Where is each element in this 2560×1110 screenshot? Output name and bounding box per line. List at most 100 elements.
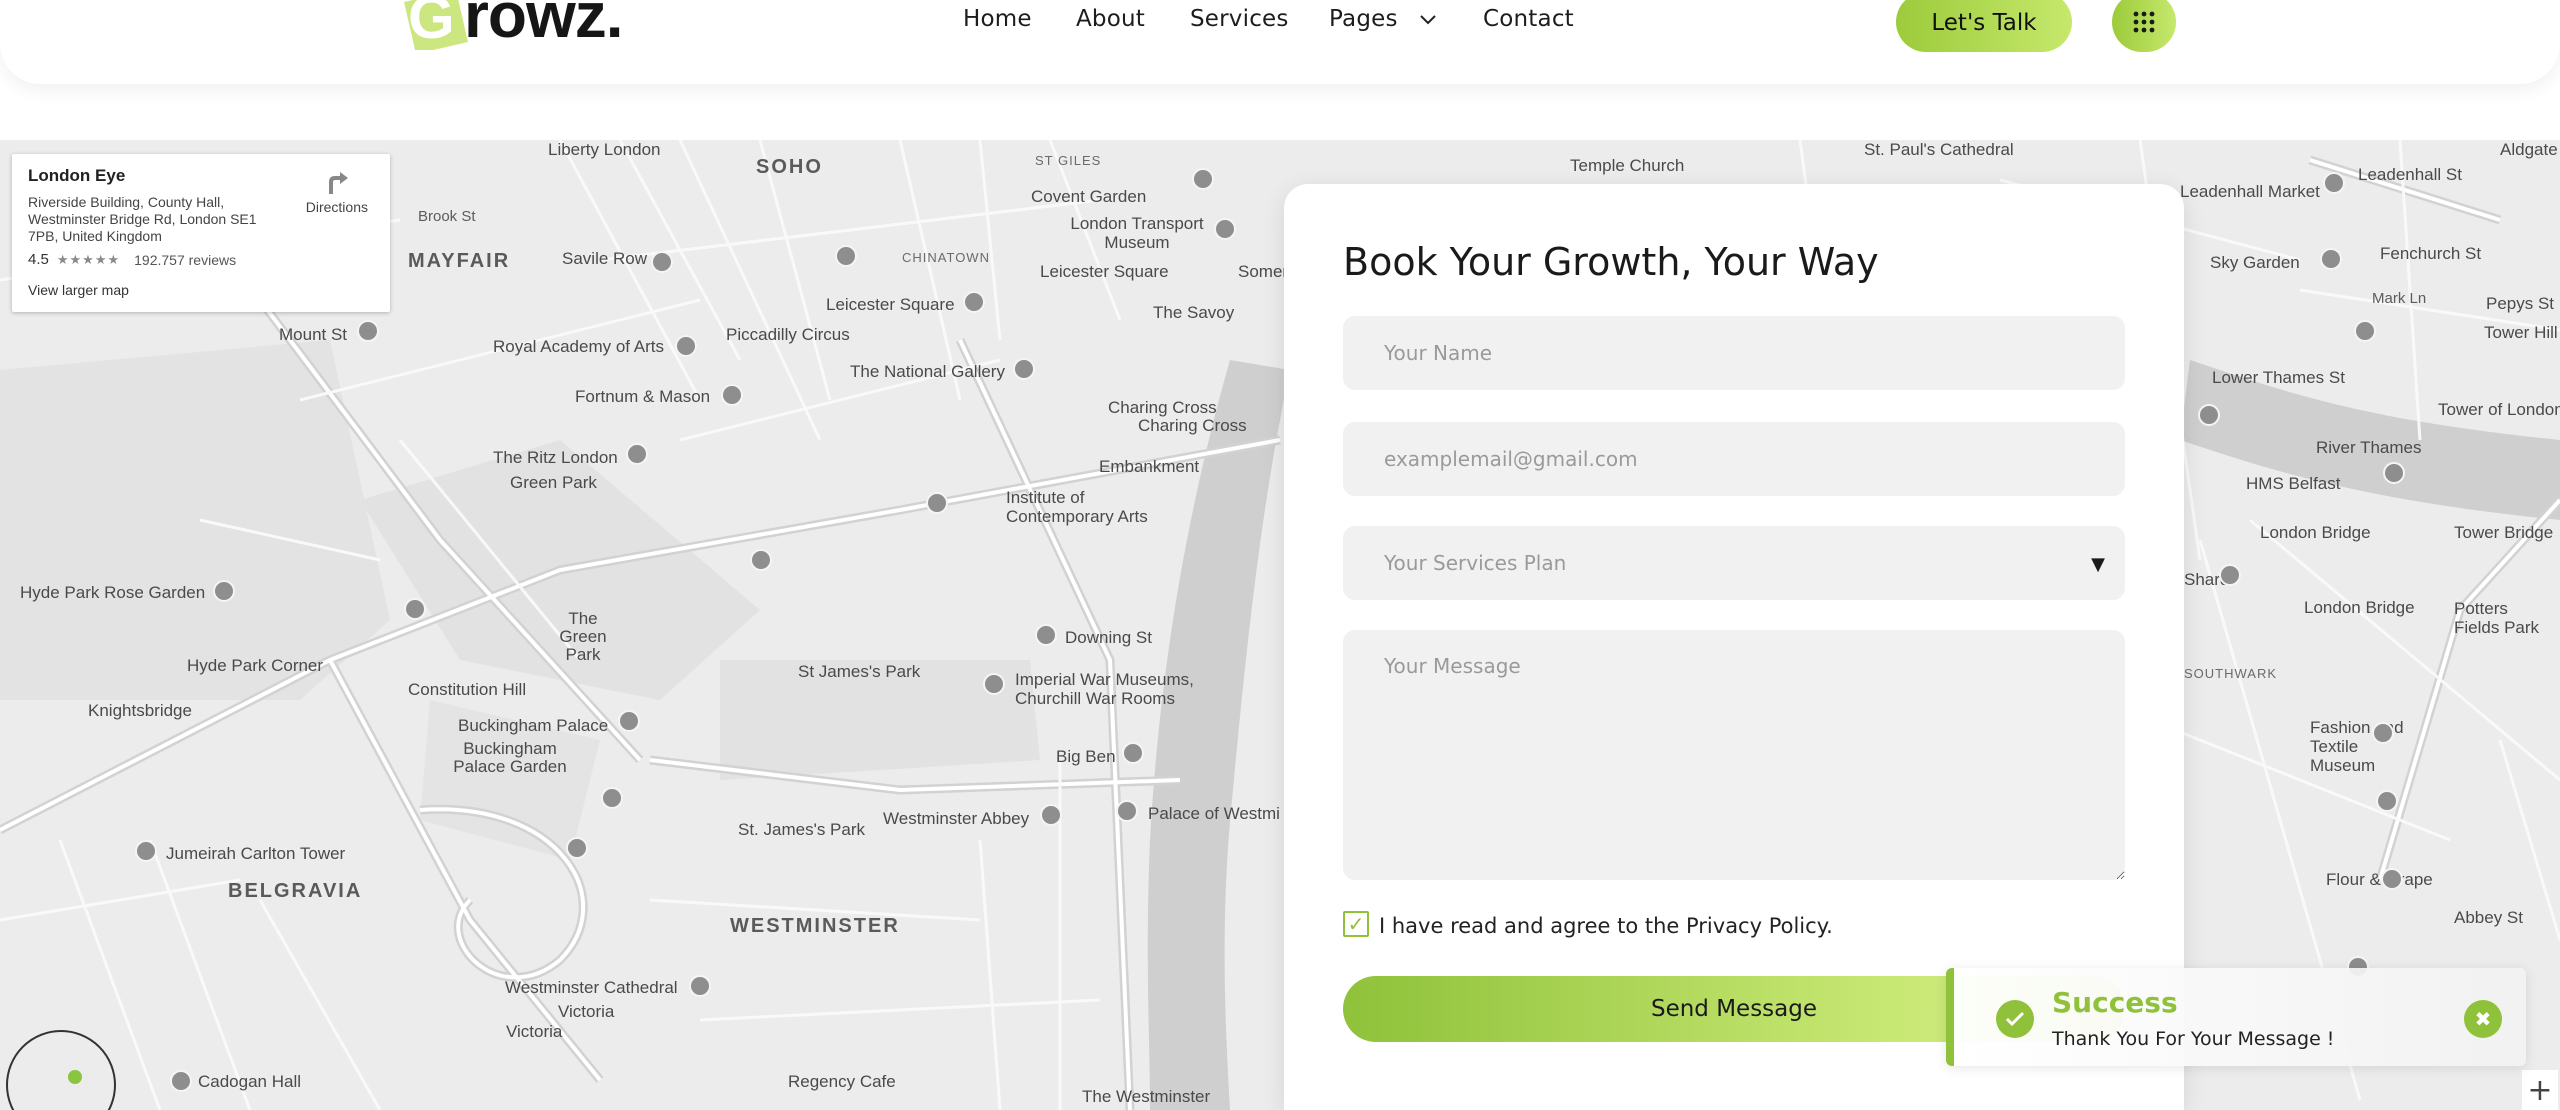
email-input[interactable] <box>1343 422 2125 496</box>
close-icon[interactable]: ✖ <box>2464 1000 2502 1038</box>
toast-title: Success <box>2052 986 2178 1019</box>
map-poi-marker[interactable] <box>135 840 157 862</box>
map-poi-marker[interactable] <box>601 787 623 809</box>
map-poi-marker[interactable] <box>2198 404 2220 426</box>
map-place-label: Fashion and Textile Museum <box>2310 718 2404 775</box>
nav-contact[interactable]: Contact <box>1483 6 1574 32</box>
map-place-label: Fenchurch St <box>2380 244 2482 263</box>
map-poi-marker[interactable] <box>721 384 743 406</box>
chevron-down-icon <box>1420 14 1436 24</box>
rating-stars-icon: ★★★★★ <box>56 251 121 267</box>
map-district-label: SOUTHWARK <box>2184 666 2278 681</box>
map-place-label: Buckingham Palace <box>458 716 609 735</box>
nav-pages-label: Pages <box>1329 6 1398 32</box>
nav-about[interactable]: About <box>1076 6 1145 32</box>
menu-grid-button[interactable] <box>2112 0 2176 52</box>
review-count[interactable]: 192.757 reviews <box>134 252 236 268</box>
map-place-label: Tower of London <box>2438 400 2560 419</box>
my-location-dot-icon <box>68 1070 82 1084</box>
map-place-label: Imperial War Museums, Churchill War Room… <box>1015 670 1194 708</box>
map-place-label: Victoria <box>558 1002 615 1021</box>
map-place-label: Flour & Grape <box>2326 870 2433 889</box>
map-poi-marker[interactable] <box>1013 358 1035 380</box>
map-poi-marker[interactable] <box>675 335 697 357</box>
map-district-label: MAYFAIR <box>408 250 511 272</box>
map-place-label: The Green Park <box>559 609 607 664</box>
map-poi-marker[interactable] <box>566 837 588 859</box>
map-poi-marker[interactable] <box>2383 462 2405 484</box>
map-poi-marker[interactable] <box>404 598 426 620</box>
map-place-label: Piccadilly Circus <box>726 325 850 344</box>
map-place-label: Charing Cross <box>1138 416 1247 435</box>
grid-dots-icon <box>2133 11 2155 33</box>
map-poi-marker[interactable] <box>651 251 673 273</box>
privacy-checkbox[interactable]: ✓ <box>1343 911 1369 937</box>
map-place-label: Lower Thames St <box>2212 368 2345 387</box>
map-poi-marker[interactable] <box>1192 168 1214 190</box>
map-poi-marker[interactable] <box>170 1070 192 1092</box>
map-poi-marker[interactable] <box>750 549 772 571</box>
zoom-in-button[interactable]: + <box>2522 1070 2558 1110</box>
map-poi-marker[interactable] <box>2381 868 2403 890</box>
map-poi-marker[interactable] <box>2376 790 2398 812</box>
map-poi-marker[interactable] <box>835 245 857 267</box>
map-poi-marker[interactable] <box>1214 218 1236 240</box>
map-place-label: Hyde Park Corner <box>187 656 324 675</box>
map-place-label: Leadenhall Market <box>2180 182 2320 201</box>
map-place-label: The Savoy <box>1153 303 1235 322</box>
map-place-label: Palace of Westmi <box>1148 804 1280 823</box>
map-poi-marker[interactable] <box>2354 320 2376 342</box>
map-poi-marker[interactable] <box>618 710 640 732</box>
map-place-label: Leicester Square <box>1040 262 1169 281</box>
map-poi-marker[interactable] <box>2323 172 2345 194</box>
dropdown-arrow-icon: ▼ <box>2091 554 2105 575</box>
map-place-label: Sky Garden <box>2210 253 2300 272</box>
map-place-label: Aldgate <box>2500 140 2558 159</box>
services-plan-select[interactable]: Your Services Plan ▼ <box>1343 526 2125 600</box>
map-place-label: Tower Bridge <box>2454 523 2554 542</box>
main-nav: Home About Services Pages Contact <box>0 0 2560 42</box>
map-place-label: Temple Church <box>1570 156 1685 175</box>
map-poi-marker[interactable] <box>1035 624 1057 646</box>
map-place-label: The National Gallery <box>850 362 1005 381</box>
check-icon: ✓ <box>1347 912 1365 936</box>
map-place-label: Constitution Hill <box>408 680 527 699</box>
map-poi-marker[interactable] <box>357 320 379 342</box>
map-poi-marker[interactable] <box>2219 564 2241 586</box>
success-check-icon <box>1996 1000 2034 1038</box>
map-poi-marker[interactable] <box>2372 722 2394 744</box>
directions-icon <box>328 172 348 194</box>
map-place-label: St. James's Park <box>738 820 866 839</box>
map-poi-marker[interactable] <box>626 443 648 465</box>
map-place-label: London Bridge <box>2260 523 2371 542</box>
nav-home[interactable]: Home <box>963 6 1032 32</box>
map-poi-marker[interactable] <box>1040 804 1062 826</box>
map-place-label: Victoria <box>506 1022 563 1041</box>
map-poi-marker[interactable] <box>213 580 235 602</box>
map-poi-marker[interactable] <box>983 673 1005 695</box>
site-header: G rowz. Home About Services Pages Contac… <box>0 0 2560 84</box>
map-poi-marker[interactable] <box>926 492 948 514</box>
map-poi-marker[interactable] <box>963 291 985 313</box>
map-place-label: Big Ben <box>1056 747 1116 766</box>
name-input[interactable] <box>1343 316 2125 390</box>
map-place-label: Westminster Abbey <box>883 809 1030 828</box>
message-textarea[interactable] <box>1343 630 2125 880</box>
lets-talk-button[interactable]: Let's Talk <box>1896 0 2072 52</box>
directions-button[interactable]: Directions <box>306 168 368 215</box>
map-place-label: River Thames <box>2316 438 2422 457</box>
map-poi-marker[interactable] <box>689 975 711 997</box>
map-district-label: BELGRAVIA <box>228 880 363 902</box>
map-poi-marker[interactable] <box>2320 248 2342 270</box>
map-poi-marker[interactable] <box>1122 742 1144 764</box>
map-place-label: Tower Hill <box>2484 323 2558 342</box>
map-place-label: Jumeirah Carlton Tower <box>166 844 346 863</box>
nav-pages[interactable]: Pages <box>1329 6 1437 32</box>
nav-services[interactable]: Services <box>1190 6 1289 32</box>
map-poi-marker[interactable] <box>1116 800 1138 822</box>
view-larger-map-link[interactable]: View larger map <box>28 282 374 298</box>
form-title: Book Your Growth, Your Way <box>1343 240 1879 284</box>
map-place-label: HMS Belfast <box>2246 474 2341 493</box>
map-district-label: WESTMINSTER <box>730 915 900 937</box>
privacy-label: I have read and agree to the Privacy Pol… <box>1379 914 1833 938</box>
